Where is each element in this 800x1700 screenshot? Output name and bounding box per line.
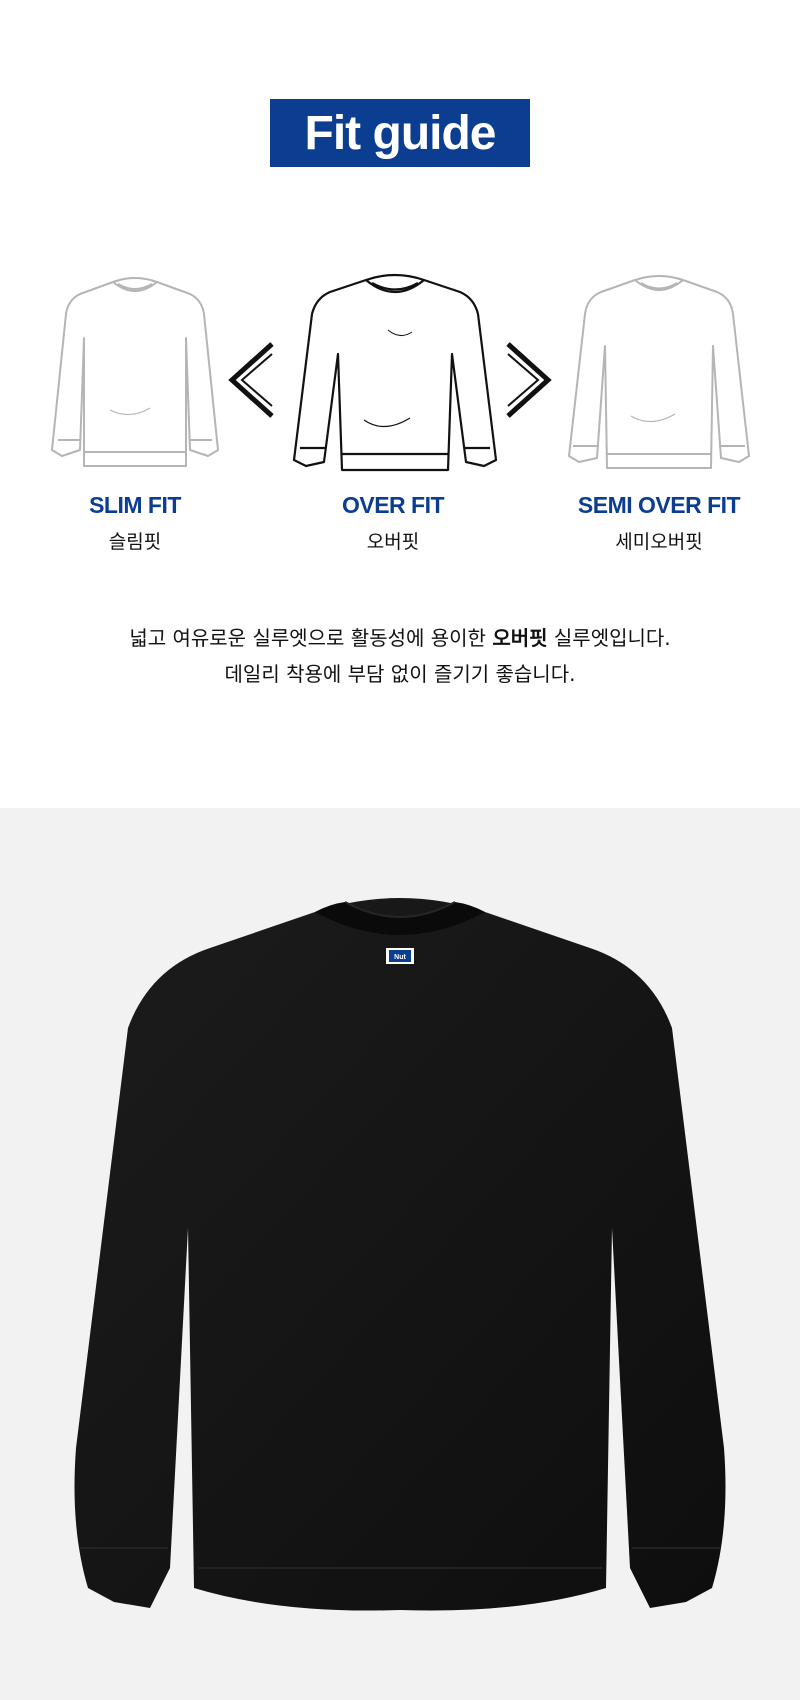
less-than-icon bbox=[228, 342, 274, 418]
label-text: Nut bbox=[394, 954, 406, 961]
page-title: Fit guide bbox=[304, 106, 497, 160]
greater-than-icon bbox=[506, 342, 552, 418]
fit-name-over: OVER FIT bbox=[341, 492, 445, 518]
fit-name-slim: SLIM FIT bbox=[89, 492, 181, 518]
description-line-1-end: 실루엣입니다. bbox=[547, 626, 671, 650]
description-line-2: 데일리 착용에 부담 없이 즐기기 좋습니다. bbox=[224, 662, 576, 686]
fit-korean-slim: 슬림핏 bbox=[108, 531, 162, 553]
sweatshirt-body bbox=[74, 898, 726, 1611]
fit-option-slim: SLIM FIT 슬림핏 bbox=[30, 270, 240, 554]
fit-korean-semi-over: 세미오버핏 bbox=[615, 531, 703, 553]
semi-over-sweatshirt-icon bbox=[568, 275, 750, 469]
description-line-1-start: 넓고 여유로운 실루엣으로 활동성에 용이한 bbox=[129, 626, 493, 650]
black-sweatshirt-image: Nut bbox=[74, 898, 726, 1611]
product-photo: Nut bbox=[0, 808, 800, 1700]
slim-sweatshirt-icon bbox=[51, 277, 219, 467]
description-emphasis: 오버핏 bbox=[492, 626, 548, 650]
fit-guide-title-badge: Fit guide bbox=[270, 99, 530, 167]
fit-option-over: OVER FIT 오버핏 bbox=[288, 270, 498, 554]
fit-name-semi-over: SEMI OVER FIT bbox=[577, 492, 741, 518]
fit-comparison-row: SLIM FIT 슬림핏 OVER FIT 오버핏 SEMI OVER FIT … bbox=[0, 270, 800, 570]
sweatshirt-neck-label: Nut bbox=[386, 948, 414, 964]
fit-description: 넓고 여유로운 실루엣으로 활동성에 용이한 오버핏 실루엣입니다. 데일리 착… bbox=[0, 620, 800, 692]
fit-option-semi-over: SEMI OVER FIT 세미오버핏 bbox=[554, 270, 764, 554]
fit-korean-over: 오버핏 bbox=[366, 531, 420, 553]
description-line-1: 넓고 여유로운 실루엣으로 활동성에 용이한 오버핏 실루엣입니다. bbox=[0, 620, 800, 656]
over-sweatshirt-icon bbox=[292, 273, 498, 472]
